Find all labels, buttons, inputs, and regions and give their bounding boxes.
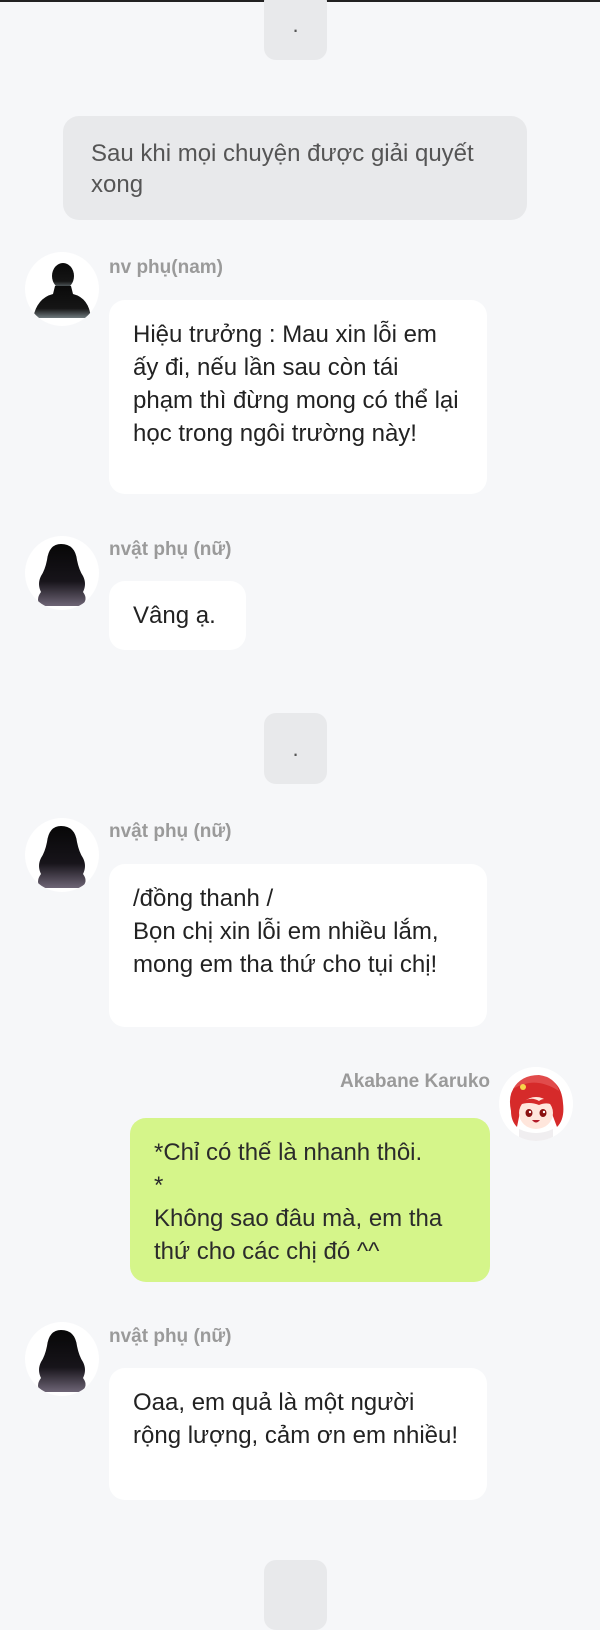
male-silhouette-avatar-icon[interactable] bbox=[25, 252, 99, 326]
dot-bubble-top: . bbox=[264, 0, 327, 60]
message-bubble[interactable]: Hiệu trưởng : Mau xin lỗi em ấy đi, nếu … bbox=[109, 300, 487, 494]
red-hair-anime-avatar-icon[interactable] bbox=[499, 1067, 573, 1141]
narration-text: Sau khi mọi chuyện được giải quyết xong bbox=[91, 140, 474, 198]
female-silhouette-avatar-icon[interactable] bbox=[25, 1322, 99, 1396]
female-silhouette-avatar-icon[interactable] bbox=[25, 536, 99, 610]
dot-text: . bbox=[292, 735, 299, 761]
dot-text: . bbox=[292, 12, 299, 37]
narration-bubble: Sau khi mọi chuyện được giải quyết xong bbox=[63, 116, 527, 220]
female-silhouette-avatar-icon[interactable] bbox=[25, 818, 99, 892]
dot-bubble: . bbox=[264, 713, 327, 784]
message-bubble[interactable]: Oaa, em quả là một người rộng lượng, cảm… bbox=[109, 1368, 487, 1500]
message-bubble[interactable]: Vâng ạ. bbox=[109, 581, 246, 650]
my-message-bubble[interactable]: *Chỉ có thế là nhanh thôi. * Không sao đ… bbox=[130, 1118, 490, 1282]
sender-name: nvật phụ (nữ) bbox=[109, 539, 232, 560]
my-sender-name: Akabane Karuko bbox=[340, 1071, 490, 1092]
message-bubble[interactable]: /đồng thanh / Bọn chị xin lỗi em nhiều l… bbox=[109, 864, 487, 1027]
sender-name: nvật phụ (nữ) bbox=[109, 821, 232, 842]
sender-name: nv phụ(nam) bbox=[109, 257, 223, 278]
dot-bubble-bottom: . bbox=[264, 1560, 327, 1630]
sender-name: nvật phụ (nữ) bbox=[109, 1326, 232, 1347]
